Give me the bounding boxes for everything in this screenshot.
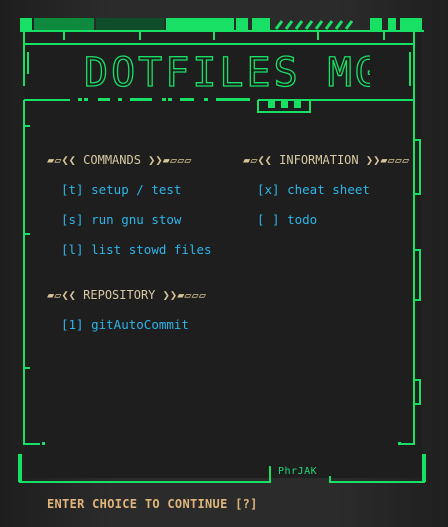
section-commands-title: ▰▱❮❮ COMMANDS ❯❯▰▱▱▱ [47, 153, 192, 167]
section-information-title: ▰▱❮❮ INFORMATION ❯❯▰▱▱▱ [243, 153, 410, 167]
menu-item-list-stowd-files[interactable]: [l] list stowd files [61, 242, 212, 257]
section-repository-title: ▰▱❮❮ REPOSITORY ❯❯▰▱▱▱ [47, 288, 206, 302]
author-signature: PhrJAK [278, 466, 318, 477]
title-text: DOTFILES MGMT [84, 50, 370, 96]
menu-item-todo[interactable]: [ ] todo [257, 212, 317, 227]
menu-item-git-auto-commit[interactable]: [1] gitAutoCommit [61, 317, 189, 332]
title-logo: DOTFILES MGMT [83, 49, 370, 96]
menu-item-setup-test[interactable]: [t] setup / test [61, 182, 181, 197]
menu-item-cheat-sheet[interactable]: [x] cheat sheet [257, 182, 370, 197]
menu-item-run-gnu-stow[interactable]: [s] run gnu stow [61, 212, 181, 227]
input-prompt[interactable]: ENTER CHOICE TO CONTINUE [?] [47, 497, 258, 511]
